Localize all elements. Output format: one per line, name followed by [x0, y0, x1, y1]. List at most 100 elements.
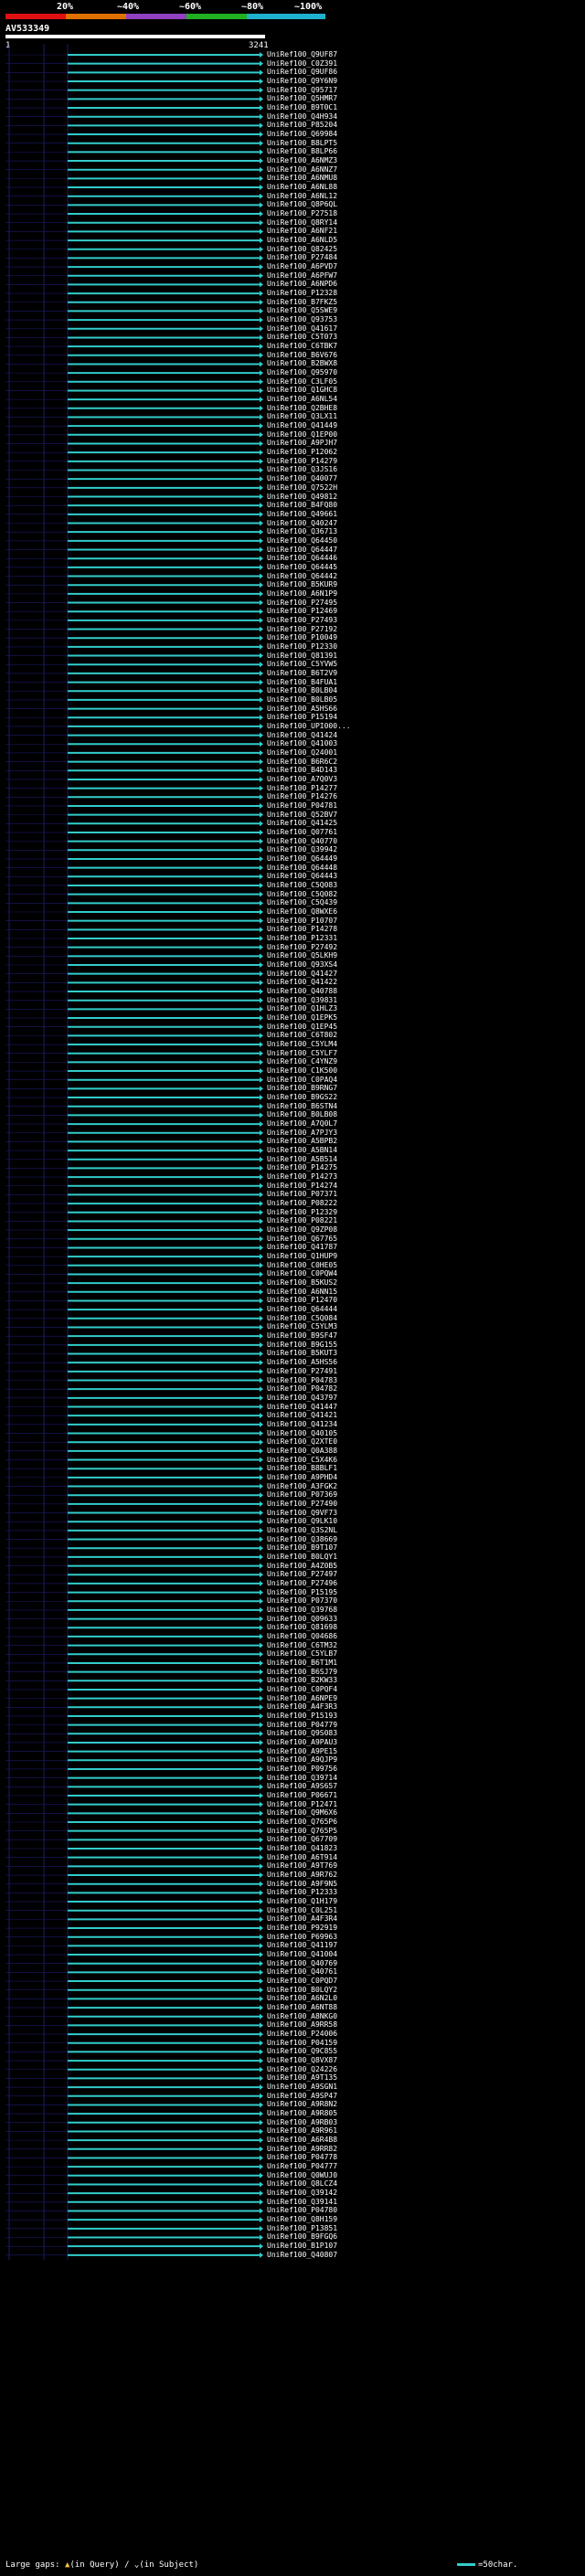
- hit-label[interactable]: UniRef100_B7FKZ5: [267, 298, 337, 306]
- hit-label[interactable]: UniRef100_Q64442: [267, 572, 337, 580]
- hit-label[interactable]: UniRef100_Q64448: [267, 864, 337, 872]
- hit-label[interactable]: UniRef100_B9GS22: [267, 1093, 337, 1101]
- hit-label[interactable]: UniRef100_UPI000...: [267, 722, 351, 730]
- hit-label[interactable]: UniRef100_Q41422: [267, 978, 337, 986]
- hit-label[interactable]: UniRef100_C5YVW5: [267, 660, 337, 668]
- hit-label[interactable]: UniRef100_Q41427: [267, 970, 337, 978]
- hit-label[interactable]: UniRef100_Q41234: [267, 1420, 337, 1428]
- hit-label[interactable]: UniRef100_Q64449: [267, 854, 337, 863]
- hit-label[interactable]: UniRef100_A6NPD6: [267, 280, 337, 288]
- hit-label[interactable]: UniRef100_B8BLF1: [267, 1464, 337, 1472]
- hit-label[interactable]: UniRef100_B1P107: [267, 2242, 337, 2250]
- hit-label[interactable]: UniRef100_A3FGK2: [267, 1482, 337, 1490]
- hit-label[interactable]: UniRef100_B9G155: [267, 1341, 337, 1349]
- hit-label[interactable]: UniRef100_Q0WUJ0: [267, 2171, 337, 2179]
- hit-label[interactable]: UniRef100_P14279: [267, 457, 337, 465]
- hit-label[interactable]: UniRef100_P09756: [267, 1765, 337, 1773]
- hit-label[interactable]: UniRef100_P27518: [267, 209, 337, 217]
- hit-label[interactable]: UniRef100_C4YNZ9: [267, 1057, 337, 1065]
- hit-label[interactable]: UniRef100_P15193: [267, 1712, 337, 1720]
- hit-label[interactable]: UniRef100_Q9VF73: [267, 1509, 337, 1517]
- hit-label[interactable]: UniRef100_Q81391: [267, 652, 337, 660]
- hit-label[interactable]: UniRef100_A5HS66: [267, 705, 337, 713]
- hit-label[interactable]: UniRef100_Q40105: [267, 1429, 337, 1437]
- hit-label[interactable]: UniRef100_A9R762: [267, 1871, 337, 1879]
- hit-label[interactable]: UniRef100_P14276: [267, 792, 337, 800]
- hit-label[interactable]: UniRef100_C0PQD7: [267, 1977, 337, 1985]
- hit-label[interactable]: UniRef100_A5BN14: [267, 1146, 337, 1154]
- hit-label[interactable]: UniRef100_Q9UF87: [267, 50, 337, 58]
- hit-label[interactable]: UniRef100_C0L251: [267, 1906, 337, 1914]
- hit-label[interactable]: UniRef100_Q5SWE9: [267, 306, 337, 314]
- hit-label[interactable]: UniRef100_P04777: [267, 2162, 337, 2170]
- hit-label[interactable]: UniRef100_Q40247: [267, 519, 337, 527]
- hit-label[interactable]: UniRef100_P27490: [267, 1500, 337, 1508]
- hit-label[interactable]: UniRef100_C5Q439: [267, 898, 337, 906]
- hit-label[interactable]: UniRef100_Q64444: [267, 1305, 337, 1313]
- hit-label[interactable]: UniRef100_Q93XS4: [267, 960, 337, 969]
- hit-label[interactable]: UniRef100_P27493: [267, 616, 337, 624]
- hit-label[interactable]: UniRef100_B8LP66: [267, 147, 337, 155]
- hit-label[interactable]: UniRef100_Q9LK10: [267, 1517, 337, 1525]
- hit-label[interactable]: UniRef100_P04783: [267, 1376, 337, 1384]
- hit-label[interactable]: UniRef100_A6NN15: [267, 1288, 337, 1296]
- hit-label[interactable]: UniRef100_P27492: [267, 943, 337, 951]
- hit-label[interactable]: UniRef100_B5KUS2: [267, 1278, 337, 1287]
- hit-label[interactable]: UniRef100_C0HE05: [267, 1261, 337, 1269]
- hit-label[interactable]: UniRef100_C5YLM3: [267, 1322, 337, 1330]
- hit-label[interactable]: UniRef100_Q1EPK5: [267, 1013, 337, 1022]
- hit-label[interactable]: UniRef100_B9T107: [267, 1543, 337, 1552]
- hit-label[interactable]: UniRef100_P12062: [267, 448, 337, 456]
- hit-label[interactable]: UniRef100_A6R4B8: [267, 2136, 337, 2144]
- hit-label[interactable]: UniRef100_Q93753: [267, 315, 337, 323]
- hit-label[interactable]: UniRef100_B9T0C1: [267, 103, 337, 111]
- hit-label[interactable]: UniRef100_B4FQ80: [267, 501, 337, 509]
- hit-label[interactable]: UniRef100_B0LQY1: [267, 1553, 337, 1561]
- hit-label[interactable]: UniRef100_C6T802: [267, 1031, 337, 1039]
- hit-label[interactable]: UniRef100_Q41004: [267, 1950, 337, 1958]
- hit-label[interactable]: UniRef100_A5HS56: [267, 1358, 337, 1366]
- hit-label[interactable]: UniRef100_B9SF47: [267, 1331, 337, 1340]
- hit-label[interactable]: UniRef100_C5T073: [267, 333, 337, 341]
- hit-label[interactable]: UniRef100_B6STN4: [267, 1102, 337, 1110]
- hit-label[interactable]: UniRef100_B6T2V9: [267, 669, 337, 677]
- hit-label[interactable]: UniRef100_Q64450: [267, 536, 337, 545]
- hit-label[interactable]: UniRef100_Q69984: [267, 130, 337, 138]
- hit-label[interactable]: UniRef100_P92919: [267, 1924, 337, 1932]
- hit-label[interactable]: UniRef100_Q1EP00: [267, 430, 337, 439]
- hit-label[interactable]: UniRef100_Q8VX87: [267, 2056, 337, 2064]
- hit-label[interactable]: UniRef100_A9R961: [267, 2126, 337, 2135]
- hit-label[interactable]: UniRef100_P07370: [267, 1596, 337, 1605]
- hit-label[interactable]: UniRef100_Q64445: [267, 563, 337, 571]
- hit-label[interactable]: UniRef100_Q40769: [267, 1959, 337, 1967]
- hit-label[interactable]: UniRef100_Q2BHE8: [267, 404, 337, 412]
- hit-label[interactable]: UniRef100_Q41787: [267, 1243, 337, 1251]
- hit-label[interactable]: UniRef100_B6SJ79: [267, 1668, 337, 1676]
- hit-label[interactable]: UniRef100_P27491: [267, 1367, 337, 1375]
- hit-label[interactable]: UniRef100_A9PJH7: [267, 439, 337, 447]
- hit-label[interactable]: UniRef100_P12331: [267, 934, 337, 942]
- hit-label[interactable]: UniRef100_P24006: [267, 2030, 337, 2038]
- hit-label[interactable]: UniRef100_Q3S2NL: [267, 1526, 337, 1534]
- hit-label[interactable]: UniRef100_C0Z391: [267, 59, 337, 68]
- hit-label[interactable]: UniRef100_B0LB05: [267, 695, 337, 704]
- hit-label[interactable]: UniRef100_Q39714: [267, 1774, 337, 1782]
- hit-label[interactable]: UniRef100_A6N2L0: [267, 1994, 337, 2002]
- hit-label[interactable]: UniRef100_P12471: [267, 1800, 337, 1808]
- hit-label[interactable]: UniRef100_Q9C855: [267, 2047, 337, 2055]
- hit-label[interactable]: UniRef100_Q41425: [267, 819, 337, 827]
- hit-label[interactable]: UniRef100_P10049: [267, 633, 337, 641]
- hit-label[interactable]: UniRef100_Q1H179: [267, 1897, 337, 1905]
- hit-label[interactable]: UniRef100_P14274: [267, 1182, 337, 1190]
- hit-label[interactable]: UniRef100_B5KUR9: [267, 580, 337, 588]
- hit-label[interactable]: UniRef100_B6V676: [267, 351, 337, 359]
- hit-label[interactable]: UniRef100_Q1EP45: [267, 1023, 337, 1031]
- hit-label[interactable]: UniRef100_Q41617: [267, 324, 337, 333]
- hit-label[interactable]: UniRef100_C3LF05: [267, 377, 337, 386]
- hit-label[interactable]: UniRef100_C5X4K6: [267, 1456, 337, 1464]
- hit-label[interactable]: UniRef100_P04779: [267, 1721, 337, 1729]
- hit-label[interactable]: UniRef100_Q2XTE0: [267, 1437, 337, 1446]
- hit-label[interactable]: UniRef100_Q39141: [267, 2198, 337, 2206]
- hit-label[interactable]: UniRef100_B8LPT5: [267, 139, 337, 147]
- hit-label[interactable]: UniRef100_Q09633: [267, 1615, 337, 1623]
